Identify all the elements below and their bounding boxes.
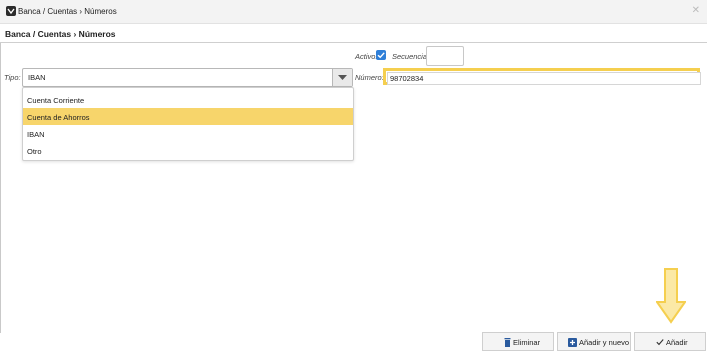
add-and-new-button[interactable]: Añadir y nuevo [557,332,631,351]
arrow-down-icon [656,268,686,324]
tipo-selected-value: IBAN [28,73,46,82]
title-bar: Banca / Cuentas › Números ✕ [0,0,707,24]
dropdown-option-iban[interactable]: IBAN [23,125,353,142]
numero-field-highlight [383,68,701,85]
app-logo-icon [6,6,16,16]
tipo-select[interactable]: IBAN [22,68,353,87]
add-and-new-button-label: Añadir y nuevo [579,338,630,347]
secuencia-input[interactable] [426,46,464,66]
close-icon[interactable]: ✕ [692,5,700,16]
app-window: Banca / Cuentas › Números ✕ Banca / Cuen… [0,0,707,353]
checkmark-icon [377,52,385,59]
delete-button-label: Eliminar [513,338,541,347]
tipo-select-toggle[interactable] [332,69,352,86]
trash-icon [504,338,511,347]
tipo-label: Tipo: [4,73,21,82]
tipo-dropdown-list: Cuenta Corriente Cuenta de Ahorros IBAN … [22,87,354,161]
add-button-label: Añadir [666,338,688,347]
numero-label: Número: [355,73,384,82]
check-icon [656,339,664,346]
delete-button[interactable]: Eliminar [482,332,554,351]
page-header: Banca / Cuentas › Números [0,24,707,43]
page-title: Banca / Cuentas › Números [5,29,116,39]
left-border [0,43,1,333]
plus-square-icon [568,338,577,347]
window-title: Banca / Cuentas › Números [18,7,117,16]
dropdown-option-cuenta-de-ahorros[interactable]: Cuenta de Ahorros [23,108,353,125]
secuencia-label: Secuencia: [392,52,430,61]
dropdown-option-otro[interactable]: Otro [23,142,353,159]
dropdown-option-cuenta-corriente[interactable]: Cuenta Corriente [23,91,353,108]
chevron-down-icon [338,75,347,80]
add-button[interactable]: Añadir [634,332,706,351]
numero-input[interactable] [387,72,701,85]
activo-checkbox[interactable] [376,50,386,60]
activo-label: Activo: [355,52,378,61]
